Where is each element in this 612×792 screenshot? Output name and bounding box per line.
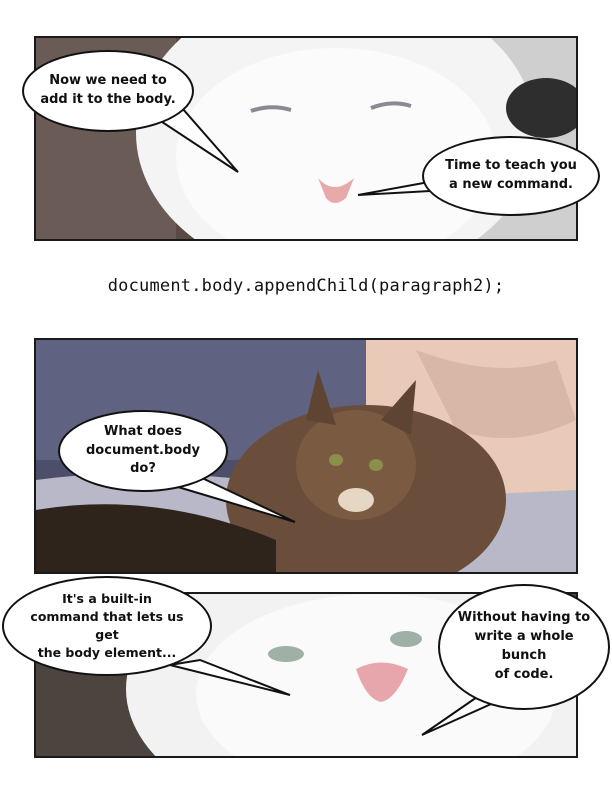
code-snippet: document.body.appendChild(paragraph2);	[107, 276, 505, 296]
speech-bubble: What does document.body do?	[58, 410, 228, 492]
speech-bubble: Without having to write a whole bunch of…	[438, 584, 610, 710]
speech-bubble: It's a built-in command that lets us get…	[2, 576, 212, 676]
speech-bubble: Now we need to add it to the body.	[22, 50, 194, 132]
speech-bubble: Time to teach you a new command.	[422, 136, 600, 216]
